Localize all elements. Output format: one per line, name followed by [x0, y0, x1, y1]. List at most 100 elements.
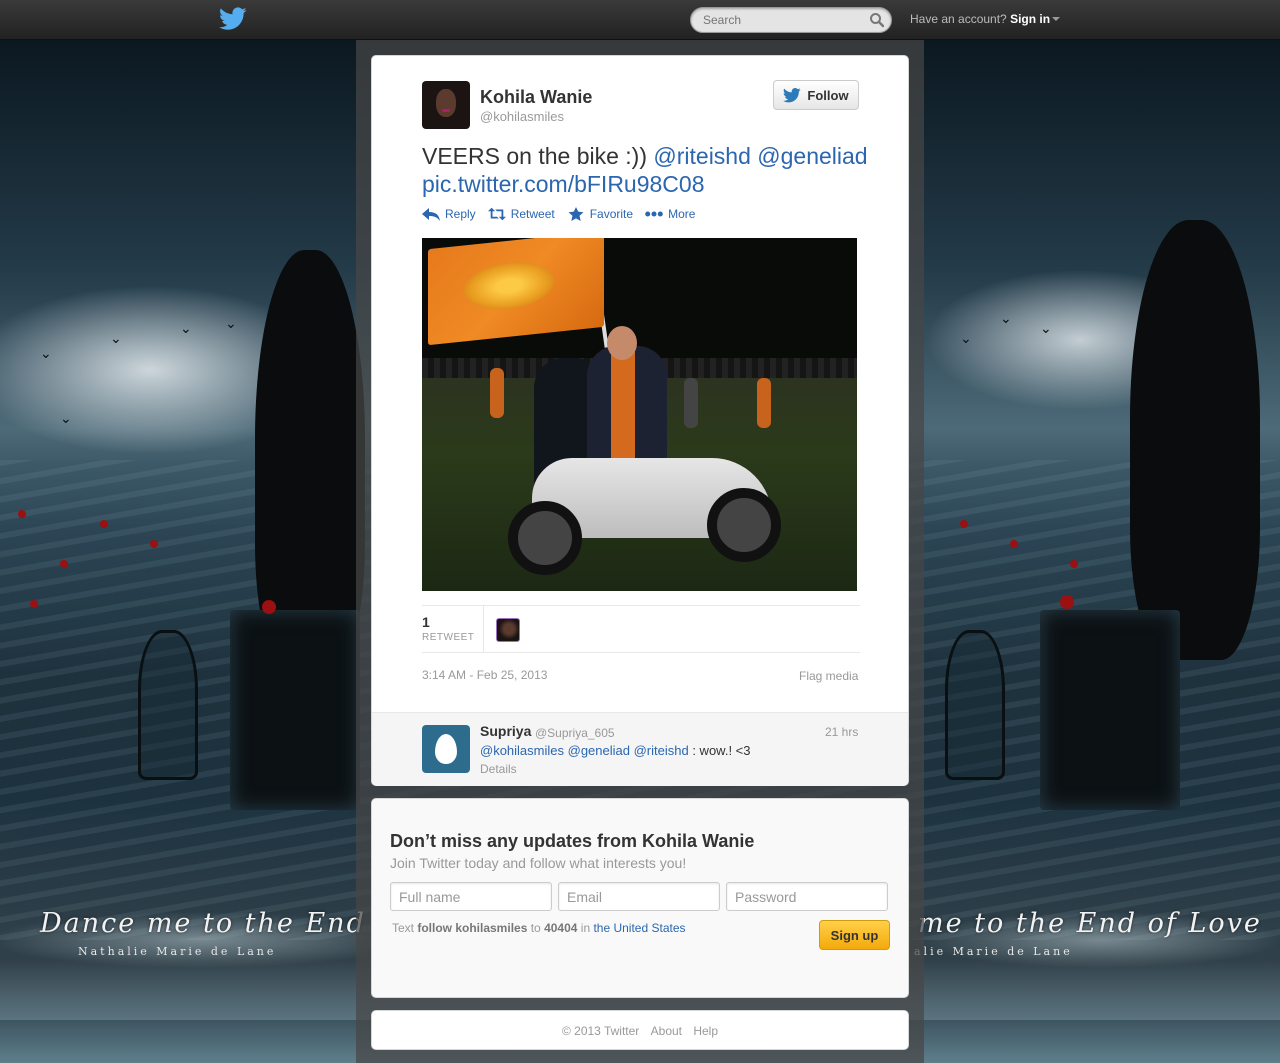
- photo-wheel: [707, 488, 781, 562]
- reply-tweet[interactable]: Supriya @Supriya_605 21 hrs @kohilasmile…: [372, 712, 908, 786]
- sms-follow-hint: Text follow kohilasmiles to 40404 in the…: [392, 921, 686, 935]
- twitter-bird-icon[interactable]: [219, 6, 247, 32]
- retweet-icon: [487, 207, 506, 221]
- author-username[interactable]: @kohilasmiles: [480, 109, 564, 124]
- signup-card: Don’t miss any updates from Kohila Wanie…: [371, 798, 909, 998]
- dancing-couple-right: [1130, 220, 1260, 660]
- sms-country-link[interactable]: the United States: [593, 921, 685, 935]
- photo-flag-logo: [464, 258, 554, 314]
- retweet-count-label: RETWEET: [422, 632, 475, 643]
- piano-left: [230, 610, 360, 810]
- piano-right: [1040, 610, 1180, 810]
- photo-rider: [587, 346, 667, 476]
- bird-icon: ⌄: [60, 410, 72, 426]
- reply-details-link[interactable]: Details: [480, 762, 517, 776]
- reply-label: Reply: [445, 207, 476, 221]
- tweet-actions: Reply Retweet Favorite More: [422, 207, 695, 221]
- account-prompt: Have an account?: [910, 12, 1007, 26]
- search-input[interactable]: [703, 12, 863, 28]
- rose-petal: [1010, 540, 1018, 548]
- reply-timestamp[interactable]: 21 hrs: [825, 725, 858, 739]
- rose-petal: [1070, 560, 1078, 568]
- rose-petal: [150, 540, 158, 548]
- footer: © 2013 Twitter About Help: [372, 1024, 908, 1038]
- flag-media-link[interactable]: Flag media: [799, 669, 858, 683]
- media-link[interactable]: pic.twitter.com/bFIRu98C08: [422, 171, 705, 197]
- mention-link[interactable]: @riteishd: [653, 143, 751, 169]
- retweeter-avatar[interactable]: [496, 618, 520, 642]
- retweet-action[interactable]: Retweet: [487, 207, 555, 221]
- bird-icon: ⌄: [180, 320, 192, 336]
- signin-link[interactable]: Sign in: [1010, 12, 1050, 26]
- chevron-down-icon[interactable]: [1052, 17, 1061, 21]
- signup-subtitle: Join Twitter today and follow what inter…: [390, 855, 687, 871]
- author-fullname[interactable]: Kohila Wanie: [480, 87, 592, 108]
- reply-text-plain: : wow.! <3: [688, 743, 751, 758]
- search-box: [690, 7, 892, 33]
- twitter-bird-icon: [783, 87, 802, 102]
- mention-link[interactable]: @geneliad: [568, 743, 630, 758]
- photo-rider-head: [607, 326, 637, 360]
- rose-petal: [18, 510, 26, 518]
- sms-command: follow kohilasmiles: [417, 921, 528, 935]
- bird-icon: ⌄: [110, 330, 122, 346]
- mention-link[interactable]: @riteishd: [634, 743, 689, 758]
- about-link[interactable]: About: [651, 1024, 682, 1038]
- sms-in: in: [577, 921, 594, 935]
- chair-right: [945, 630, 1005, 780]
- rose-petal: [30, 600, 38, 608]
- author-avatar[interactable]: [422, 81, 470, 129]
- permalink-tweet-card: Kohila Wanie @kohilasmiles Follow VEERS …: [371, 55, 909, 786]
- sms-to: to: [527, 921, 545, 935]
- help-link[interactable]: Help: [693, 1024, 718, 1038]
- signin-menu[interactable]: Have an account? Sign in: [910, 12, 1061, 26]
- photo-wheel: [508, 501, 582, 575]
- tweet-text: VEERS on the bike :)) @riteishd @genelia…: [422, 142, 872, 198]
- star-icon: [568, 207, 584, 221]
- retweet-label: Retweet: [510, 207, 555, 221]
- rose-petal: [60, 560, 68, 568]
- artwork-signature: Nathalie Marie de Lane: [78, 945, 277, 958]
- photo-flag: [428, 238, 604, 346]
- retweet-count[interactable]: 1: [422, 614, 430, 630]
- footer-card: © 2013 Twitter About Help: [371, 1010, 909, 1050]
- follow-label: Follow: [807, 87, 849, 103]
- tweet-text-plain: VEERS on the bike :)): [422, 143, 654, 169]
- rose-petal: [1060, 595, 1074, 609]
- copyright: © 2013 Twitter: [561, 1024, 640, 1038]
- more-label: More: [668, 207, 696, 221]
- favorite-action[interactable]: Favorite: [567, 207, 633, 221]
- reply-author-handle[interactable]: @Supriya_605: [535, 726, 615, 740]
- tweet-stats: 1 RETWEET: [422, 605, 860, 653]
- bird-icon: ⌄: [225, 315, 237, 331]
- fullname-field[interactable]: [390, 882, 552, 911]
- chair-left: [138, 630, 198, 780]
- photo-person: [490, 368, 504, 418]
- signup-button[interactable]: Sign up: [819, 920, 890, 950]
- more-icon: [645, 211, 663, 217]
- reply-icon: [422, 208, 440, 221]
- more-action[interactable]: More: [645, 207, 695, 221]
- password-field[interactable]: [726, 882, 888, 911]
- mention-link[interactable]: @geneliad: [757, 143, 867, 169]
- reply-action[interactable]: Reply: [422, 207, 476, 221]
- photo-person: [757, 378, 771, 428]
- avatar-face: [436, 89, 456, 117]
- reply-text: @kohilasmiles @geneliad @riteishd : wow.…: [480, 743, 751, 758]
- reply-author-name[interactable]: Supriya: [480, 723, 531, 739]
- mention-link[interactable]: @kohilasmiles: [480, 743, 564, 758]
- egg-icon[interactable]: [422, 725, 470, 773]
- artwork-signature-right: alie Marie de Lane: [914, 945, 1073, 958]
- follow-button[interactable]: Follow: [773, 80, 859, 110]
- rose-petal: [960, 520, 968, 528]
- search-icon[interactable]: [869, 12, 885, 28]
- favorite-label: Favorite: [589, 207, 634, 221]
- tweet-timestamp[interactable]: 3:14 AM - Feb 25, 2013: [422, 668, 547, 682]
- artwork-caption-right: me to the End of Love: [918, 908, 1262, 939]
- email-field[interactable]: [558, 882, 720, 911]
- tweet-media-photo[interactable]: [422, 238, 857, 591]
- bird-icon: ⌄: [1040, 320, 1052, 336]
- stats-divider: [483, 606, 484, 652]
- bird-icon: ⌄: [1000, 310, 1012, 326]
- signup-title: Don’t miss any updates from Kohila Wanie: [390, 831, 755, 851]
